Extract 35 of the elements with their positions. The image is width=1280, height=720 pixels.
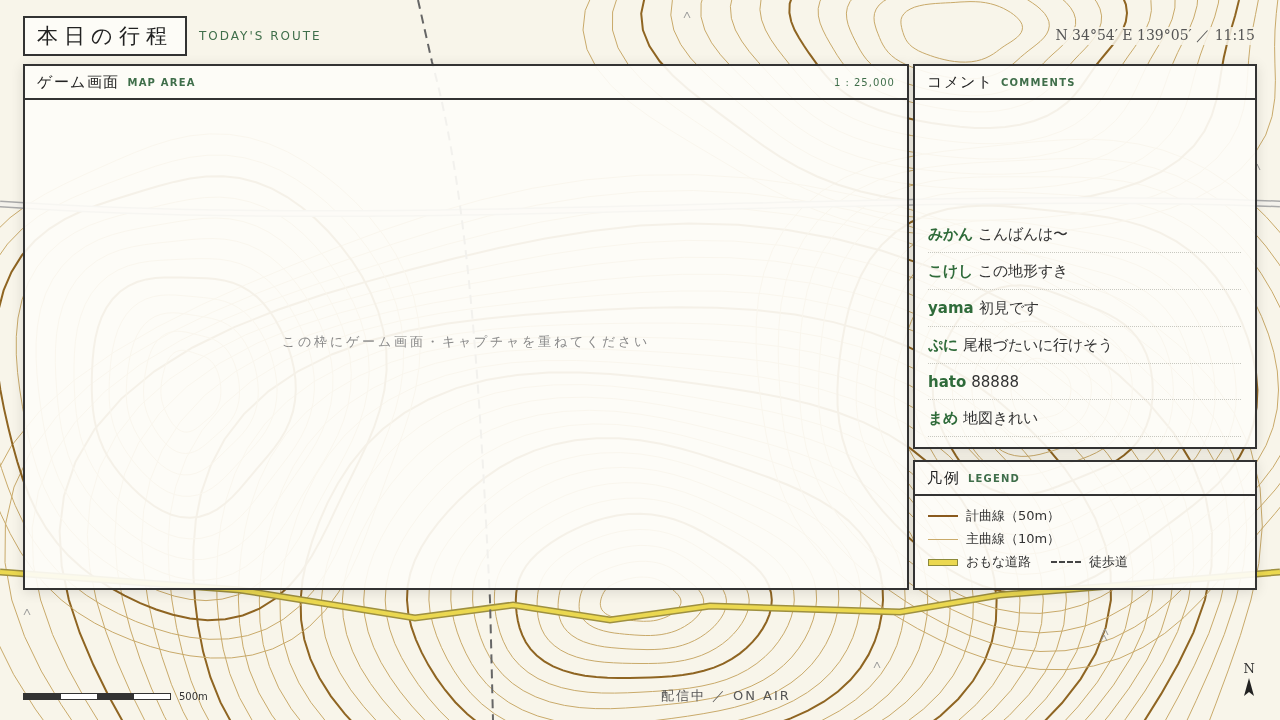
route-title: 本日の行程 — [23, 16, 187, 56]
broadcast-status: 配信中 ／ ON AIR — [660, 687, 791, 705]
comment-author: ぷに — [928, 336, 958, 355]
legend-label: 計曲線（50m） — [966, 507, 1061, 525]
thick-line-icon — [928, 515, 958, 517]
legend-label: 徒歩道 — [1089, 553, 1128, 571]
comment-author: hato — [928, 373, 967, 391]
panel-title: コメント — [927, 72, 993, 92]
comment-author: こけし — [928, 262, 973, 281]
comment-text: 88888 — [971, 373, 1019, 391]
map-scale: 1 : 25,000 — [833, 76, 895, 88]
comment-author: yama — [928, 299, 974, 317]
comment-author: みかん — [928, 225, 973, 244]
comment-text: 初見です — [978, 299, 1039, 318]
legend-label: 主曲線（10m） — [966, 530, 1061, 548]
thin-line-icon — [928, 538, 958, 540]
north-arrow-icon — [1244, 678, 1255, 696]
road-swatch-icon — [928, 558, 958, 566]
location-time: N 34°54′ E 139°05′ ／ 11:15 — [1053, 27, 1257, 45]
comment-text: この地形すき — [978, 262, 1068, 281]
comment-text: こんばんは〜 — [978, 225, 1068, 244]
panel-subtitle: LEGEND — [968, 472, 1021, 484]
comment-text: 尾根づたいに行けそう — [963, 336, 1113, 355]
panel-subtitle: COMMENTS — [1001, 76, 1076, 88]
panel-subtitle: MAP AREA — [127, 76, 196, 88]
scale-label: 500m — [179, 691, 208, 702]
dashed-line-icon — [1051, 561, 1081, 563]
route-subtitle: TODAY'S ROUTE — [199, 29, 322, 43]
capture-hint: この枠にゲーム画面・キャプチャを重ねてください — [282, 333, 650, 351]
comment-text: 地図きれい — [963, 409, 1038, 428]
comment-author: まめ — [928, 409, 958, 428]
panel-title: ゲーム画面 — [37, 72, 120, 92]
legend-label: おもな道路 — [966, 553, 1031, 571]
panel-title: 凡例 — [927, 468, 960, 488]
north-label: N — [1243, 662, 1255, 675]
